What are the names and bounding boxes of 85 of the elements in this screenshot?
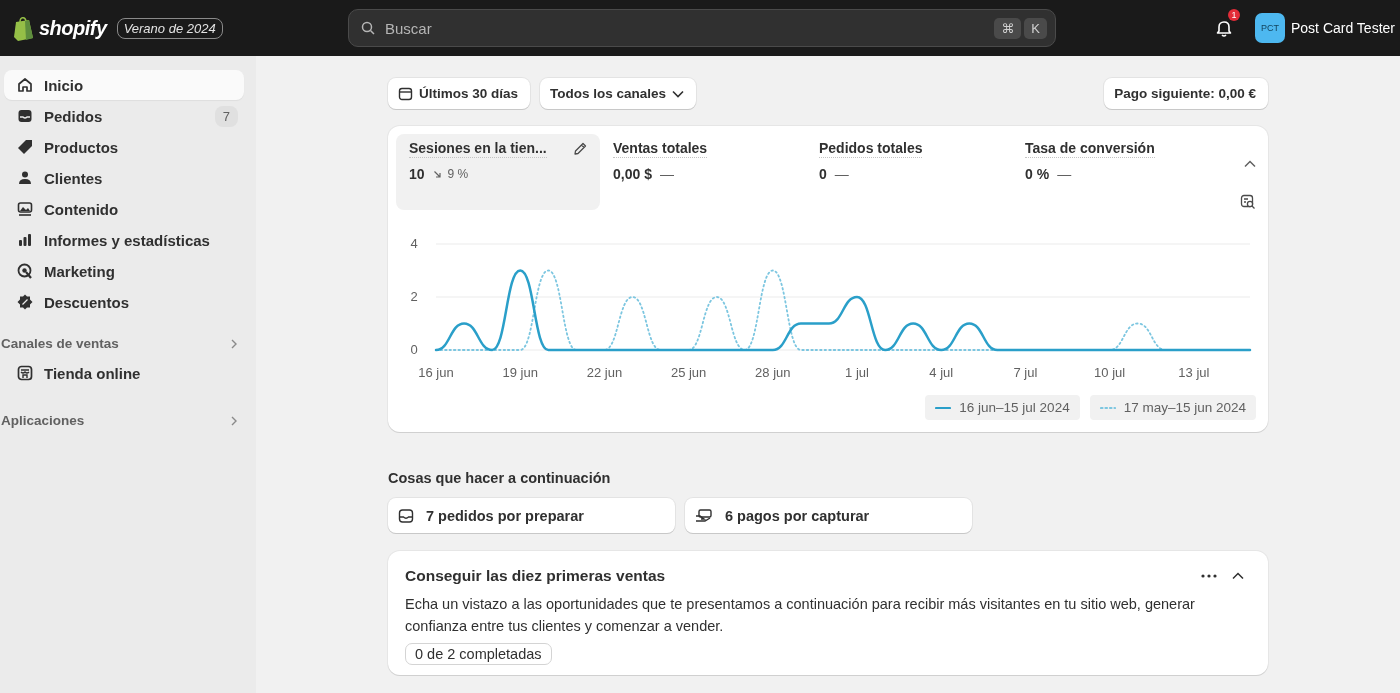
trend-down-icon bbox=[432, 169, 442, 179]
payout-button[interactable]: Pago siguiente: 0,00 € bbox=[1104, 78, 1268, 109]
date-range-button[interactable]: Últimos 30 días bbox=[388, 78, 531, 109]
metric-change: — bbox=[1057, 166, 1072, 182]
metric-label: Pedidos totales bbox=[819, 140, 923, 158]
card-title: Conseguir las diez primeras ventas bbox=[405, 567, 667, 585]
legend-item[interactable]: 17 may–15 jun 2024 bbox=[1089, 395, 1256, 420]
shopify-bag-icon bbox=[13, 15, 35, 41]
metric-label: Sesiones en la tien... bbox=[409, 140, 547, 158]
channel-dropdown[interactable]: Todos los canales bbox=[540, 78, 697, 109]
legend-item[interactable]: 16 jun–15 jul 2024 bbox=[925, 395, 1080, 420]
logo-text[interactable]: shopify bbox=[39, 16, 107, 40]
store-name[interactable]: Post Card Tester bbox=[1291, 20, 1395, 36]
sidebar-item[interactable]: Tienda online bbox=[4, 358, 244, 388]
x-axis-label: 7 jul bbox=[1013, 365, 1038, 380]
metric-tab[interactable]: Pedidos totales 0 — bbox=[806, 134, 1012, 210]
inbox-icon bbox=[16, 107, 34, 125]
inbox-icon bbox=[398, 507, 414, 524]
more-options-icon[interactable] bbox=[1200, 573, 1218, 579]
chevron-right-icon bbox=[230, 338, 238, 349]
x-axis-label: 10 jul bbox=[1094, 365, 1126, 380]
metric-label: Tasa de conversión bbox=[1025, 140, 1155, 158]
chevron-down-icon bbox=[672, 89, 685, 98]
home-icon bbox=[16, 76, 34, 94]
person-icon bbox=[16, 169, 34, 187]
shortcut-key: K bbox=[1024, 17, 1047, 39]
y-axis-label: 4 bbox=[410, 236, 418, 251]
section-heading: Cosas que hacer a continuación bbox=[388, 470, 612, 486]
x-axis-label: 1 jul bbox=[845, 365, 869, 380]
discount-icon bbox=[16, 293, 34, 311]
sidebar-item[interactable]: Productos bbox=[4, 132, 244, 162]
x-axis-label: 4 jul bbox=[929, 365, 954, 380]
sidebar-item[interactable]: Informes y estadísticas bbox=[4, 225, 244, 255]
metric-change: — bbox=[834, 166, 849, 182]
collapse-chevron-icon[interactable] bbox=[1232, 572, 1244, 580]
x-axis-label: 25 jun bbox=[670, 365, 707, 380]
search-chart-icon[interactable] bbox=[1240, 194, 1256, 210]
x-axis-label: 28 jun bbox=[755, 365, 791, 380]
calendar-icon bbox=[398, 86, 413, 101]
metric-value: 0 bbox=[819, 166, 827, 182]
store-icon bbox=[16, 364, 34, 382]
sidebar-item[interactable]: Pedidos 7 bbox=[4, 101, 244, 131]
section-heading[interactable]: Canales de ventas bbox=[1, 336, 238, 351]
y-axis-label: 0 bbox=[410, 342, 418, 357]
task-button[interactable]: 7 pedidos por preparar bbox=[388, 498, 675, 533]
metric-value: 0,00 $ bbox=[613, 166, 652, 182]
store-avatar[interactable]: PCT bbox=[1255, 13, 1285, 43]
card-description: Echa un vistazo a las oportunidades que te presentamos a continuación para recibir más visitantes en tu sitio web, generar confianza entre tus clientes y comenzar a vender. bbox=[405, 595, 1196, 636]
sidebar-item[interactable]: Clientes bbox=[4, 163, 244, 193]
bar-chart-icon bbox=[16, 231, 34, 249]
image-icon bbox=[16, 200, 34, 218]
sidebar-item[interactable]: Contenido bbox=[4, 194, 244, 224]
search-bar[interactable]: Buscar ⌘ K bbox=[348, 9, 1056, 47]
tag-icon bbox=[16, 138, 34, 156]
metric-change: 9 % bbox=[447, 167, 469, 181]
y-axis-label: 2 bbox=[410, 289, 418, 304]
pencil-icon[interactable] bbox=[572, 141, 588, 157]
shortcut-key: ⌘ bbox=[994, 17, 1022, 39]
chevron-up-icon[interactable] bbox=[1244, 160, 1256, 168]
bell-icon bbox=[1215, 19, 1233, 37]
x-axis-label: 16 jun bbox=[418, 365, 454, 380]
metric-label: Ventas totales bbox=[613, 140, 708, 158]
metric-change: — bbox=[659, 166, 674, 182]
metric-tab[interactable]: Ventas totales 0,00 $ — bbox=[600, 134, 806, 210]
target-icon bbox=[16, 262, 34, 280]
edition-badge[interactable]: Verano de 2024 bbox=[116, 17, 223, 39]
x-axis-label: 19 jun bbox=[502, 365, 538, 380]
search-field[interactable]: Buscar bbox=[383, 18, 987, 38]
section-heading[interactable]: Aplicaciones bbox=[1, 413, 238, 428]
metric-value: 0 % bbox=[1025, 166, 1050, 182]
notification-count: 1 bbox=[1228, 9, 1240, 21]
search-icon bbox=[361, 21, 375, 35]
chevron-right-icon bbox=[230, 415, 238, 426]
metric-tab[interactable]: Tasa de conversión 0 % — bbox=[1012, 134, 1218, 210]
progress-badge: 0 de 2 completadas bbox=[405, 643, 552, 665]
metric-tab[interactable]: Sesiones en la tien... 10 9 % bbox=[396, 134, 600, 210]
x-axis-label: 13 jul bbox=[1178, 365, 1210, 380]
sidebar-item[interactable]: Descuentos bbox=[4, 287, 244, 317]
count-badge: 7 bbox=[214, 105, 238, 127]
x-axis-label: 22 jun bbox=[586, 365, 623, 380]
cash-hand-icon bbox=[695, 507, 713, 524]
sidebar-item[interactable]: Inicio bbox=[4, 70, 244, 100]
task-button[interactable]: 6 pagos por capturar bbox=[685, 498, 972, 533]
metric-value: 10 bbox=[409, 166, 425, 182]
sidebar-item[interactable]: Marketing bbox=[4, 256, 244, 286]
